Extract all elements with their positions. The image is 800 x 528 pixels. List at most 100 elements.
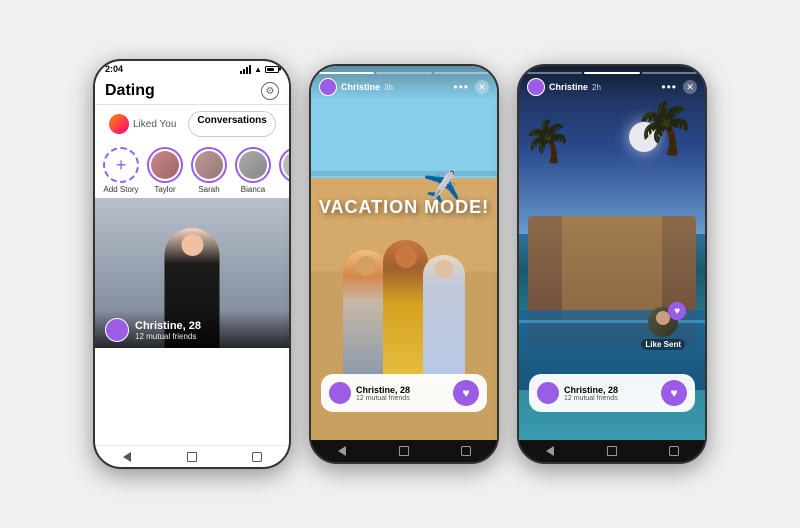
- more-options-icon-3[interactable]: •••: [661, 80, 677, 94]
- story-profile-card-2: Christine, 28 12 mutual friends ♥: [321, 374, 487, 412]
- signal-icon: [240, 65, 251, 74]
- progress-bar-1: [319, 72, 374, 74]
- wifi-icon: ▲: [254, 65, 262, 74]
- like-button-2[interactable]: ♥: [453, 380, 479, 406]
- story-username-3: Christine: [549, 82, 588, 92]
- recents-button[interactable]: [250, 450, 264, 464]
- profile-info: Christine, 28 12 mutual friends: [135, 320, 201, 341]
- progress-bars-3: [527, 72, 697, 74]
- tab-liked-you[interactable]: Liked You: [103, 111, 182, 137]
- phone-2: VACATION MODE! ✈️ Christine 3h •••: [309, 64, 499, 464]
- back-button-3[interactable]: [543, 444, 557, 458]
- story-time-2: 3h: [384, 83, 393, 92]
- like-sent-heart-icon: ♥: [668, 302, 686, 320]
- nav-bar-1: [95, 445, 289, 467]
- story-profile-avatar-3: [537, 382, 559, 404]
- story-add[interactable]: + Add Story: [103, 147, 139, 194]
- story-label-bianca: Bianca: [241, 185, 265, 194]
- water-line: [311, 171, 497, 176]
- story-user-avatar-2: [319, 78, 337, 96]
- liked-label: Liked You: [133, 119, 176, 130]
- battery-icon: [265, 66, 279, 73]
- story-profile-name-2: Christine, 28: [356, 385, 410, 395]
- palm-tree-right: 🌴: [633, 103, 695, 153]
- progress-bar-3: [434, 72, 489, 74]
- status-time-1: 2:04: [105, 64, 123, 74]
- story-bottom-3: Christine, 28 12 mutual friends ♥: [519, 374, 705, 412]
- story-ring-sp: [279, 147, 289, 183]
- profile-mutual: 12 mutual friends: [135, 332, 201, 341]
- story-avatar-taylor: [151, 151, 179, 179]
- settings-icon[interactable]: ⚙: [261, 82, 279, 100]
- story-profile-avatar-2: [329, 382, 351, 404]
- progress-bar-3c: [642, 72, 697, 74]
- story-taylor[interactable]: Taylor: [147, 147, 183, 194]
- progress-bar-3a: [527, 72, 582, 74]
- nav-bar-2: [311, 440, 497, 462]
- app-title: Dating: [105, 82, 155, 100]
- like-button-3[interactable]: ♥: [661, 380, 687, 406]
- story-username-2: Christine: [341, 82, 380, 92]
- story-actions-3: ••• ✕: [661, 80, 697, 94]
- story-profile-mutual-2: 12 mutual friends: [356, 395, 410, 402]
- main-profile-photo[interactable]: Christine, 28 12 mutual friends: [95, 198, 289, 348]
- story-bottom-2: Christine, 28 12 mutual friends ♥: [311, 374, 497, 412]
- tabs-row: Liked You Conversations: [95, 105, 289, 143]
- story-label-sarah: Sarah: [198, 185, 219, 194]
- profile-avatar: [105, 318, 129, 342]
- story-content-2: VACATION MODE! ✈️ Christine 3h •••: [311, 66, 497, 440]
- story-user-2: Christine 3h: [319, 78, 393, 96]
- close-story-button-3[interactable]: ✕: [683, 80, 697, 94]
- status-bar-1: 2:04 ▲: [95, 61, 289, 76]
- story-ring-sarah: [191, 147, 227, 183]
- add-story-icon: +: [103, 147, 139, 183]
- story-avatar-sp: [283, 151, 289, 179]
- story-ring-bianca: [235, 147, 271, 183]
- back-button-2[interactable]: [335, 444, 349, 458]
- story-bianca[interactable]: Bianca: [235, 147, 271, 194]
- status-icons-1: ▲: [240, 65, 279, 74]
- close-story-button[interactable]: ✕: [475, 80, 489, 94]
- home-button-2[interactable]: [397, 444, 411, 458]
- recents-button-2[interactable]: [459, 444, 473, 458]
- story-profile-name-3: Christine, 28: [564, 385, 618, 395]
- palm-tree-left: 🌴: [523, 122, 573, 162]
- story-meta-3: Christine 2h ••• ✕: [527, 78, 697, 96]
- story-actions-2: ••• ✕: [453, 80, 489, 94]
- story-user-3: Christine 2h: [527, 78, 601, 96]
- story-sarah[interactable]: Sarah: [191, 147, 227, 194]
- story-profile-info-2: Christine, 28 12 mutual friends: [356, 385, 410, 402]
- stories-row: + Add Story Taylor Sarah Bianca: [95, 143, 289, 198]
- home-button-3[interactable]: [605, 444, 619, 458]
- story-profile-left-2: Christine, 28 12 mutual friends: [329, 382, 410, 404]
- story-avatar-sarah: [195, 151, 223, 179]
- recents-button-3[interactable]: [667, 444, 681, 458]
- add-story-label: Add Story: [103, 185, 138, 194]
- story-header-3: Christine 2h ••• ✕: [519, 66, 705, 100]
- back-button[interactable]: [120, 450, 134, 464]
- plane-emoji: ✈️: [422, 168, 462, 207]
- story-profile-info-3: Christine, 28 12 mutual friends: [564, 385, 618, 402]
- story-sp[interactable]: Sp...: [279, 147, 289, 194]
- story-screen-2: VACATION MODE! ✈️ Christine 3h •••: [311, 66, 497, 440]
- like-sent-avatar-wrap: ♥: [648, 307, 678, 337]
- progress-bars-2: [319, 72, 489, 74]
- phone-3: 🌴 🌴: [517, 64, 707, 464]
- story-ring-taylor: [147, 147, 183, 183]
- story-content-3: 🌴 🌴: [519, 66, 705, 440]
- tab-conversations[interactable]: Conversations: [188, 111, 275, 137]
- people-group: [339, 240, 469, 380]
- story-header-2: Christine 3h ••• ✕: [311, 66, 497, 100]
- home-button[interactable]: [185, 450, 199, 464]
- phone-1: 2:04 ▲ Dating ⚙ Liked You: [93, 59, 291, 469]
- more-options-icon[interactable]: •••: [453, 80, 469, 94]
- story-meta-2: Christine 3h ••• ✕: [319, 78, 489, 96]
- story-label-taylor: Taylor: [154, 185, 175, 194]
- dating-header: Dating ⚙: [95, 76, 289, 105]
- story-time-3: 2h: [592, 83, 601, 92]
- story-profile-mutual-3: 12 mutual friends: [564, 395, 618, 402]
- vacation-text: VACATION MODE!: [319, 197, 489, 218]
- like-sent-bubble: ♥ Like Sent: [641, 307, 685, 350]
- progress-bar-2: [376, 72, 431, 74]
- story-profile-card-3: Christine, 28 12 mutual friends ♥: [529, 374, 695, 412]
